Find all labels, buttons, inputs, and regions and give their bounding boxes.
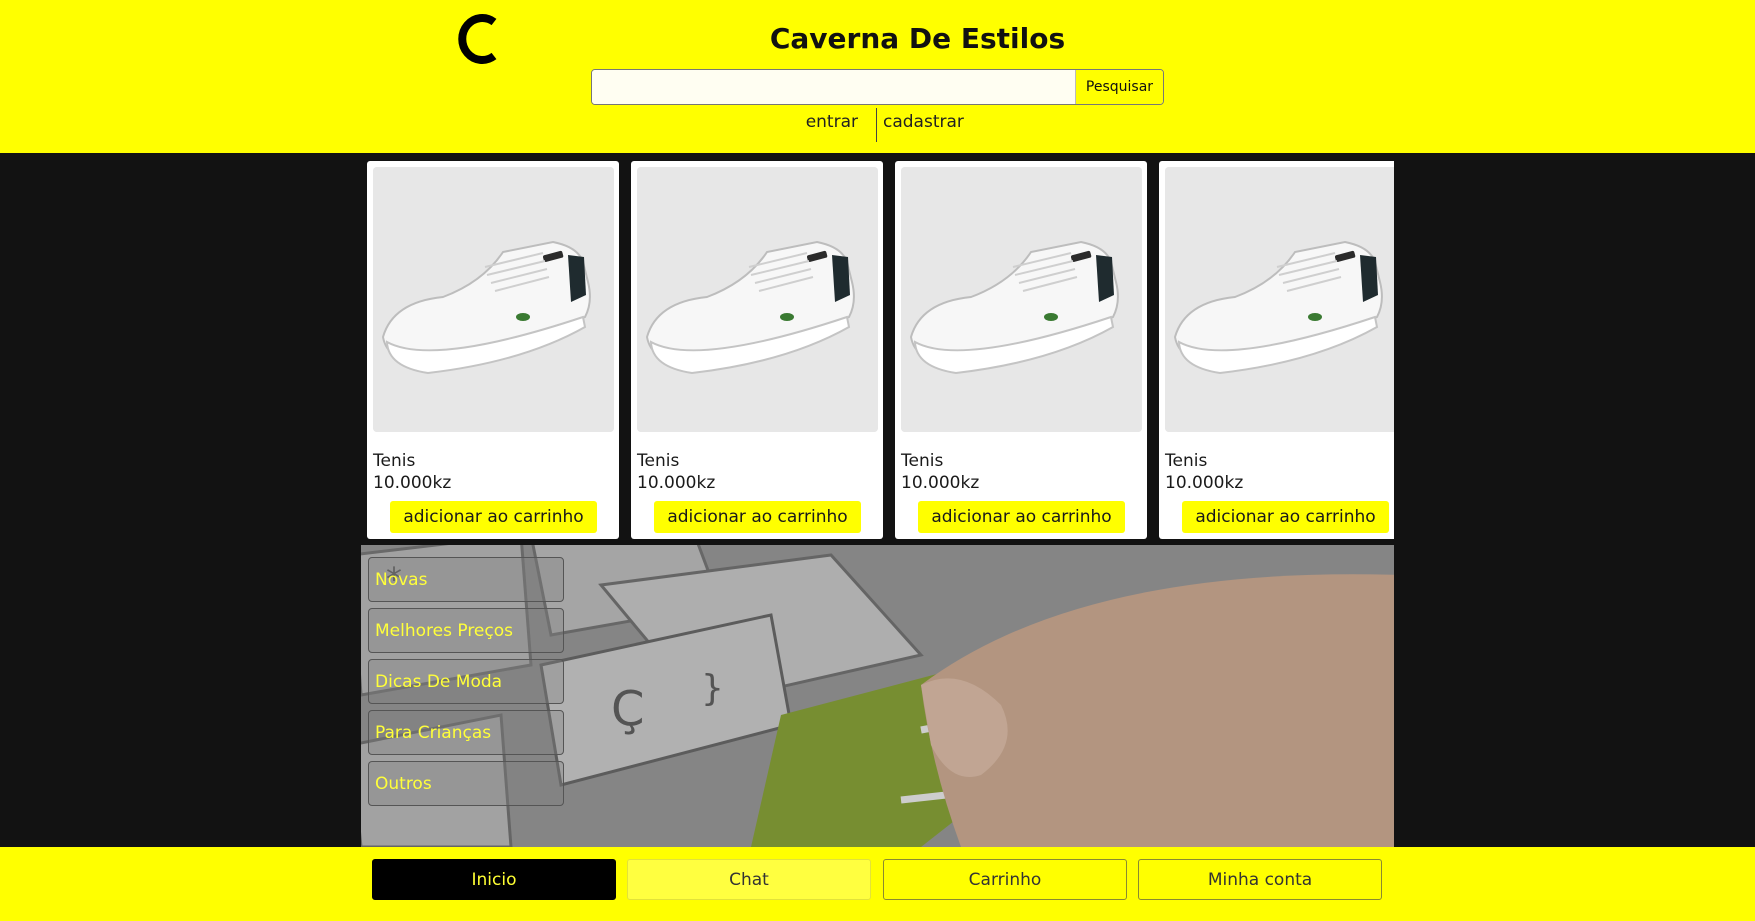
search-bar: Pesquisar	[591, 69, 1164, 105]
register-link[interactable]: cadastrar	[883, 112, 964, 132]
product-price: 10.000kz	[637, 473, 716, 493]
category-para-criancas[interactable]: Para Crianças	[368, 710, 564, 755]
add-to-cart-button[interactable]: adicionar ao carrinho	[390, 501, 597, 533]
sneaker-icon	[1165, 167, 1394, 432]
product-name: Tenis	[373, 451, 416, 471]
sneaker-icon	[901, 167, 1142, 432]
add-to-cart-button[interactable]: adicionar ao carrinho	[1182, 501, 1389, 533]
product-image[interactable]	[373, 167, 614, 432]
search-input[interactable]	[592, 70, 1074, 104]
category-melhores-precos[interactable]: Melhores Preços	[368, 608, 564, 653]
product-card[interactable]: Tenis 10.000kz adicionar ao carrinho	[367, 161, 619, 539]
product-card[interactable]: Tenis 10.000kz adicionar ao carrinho	[895, 161, 1147, 539]
search-button[interactable]: Pesquisar	[1075, 70, 1163, 104]
category-novas[interactable]: Novas	[368, 557, 564, 602]
product-carousel: Tenis 10.000kz adicionar ao carrinho Ten…	[361, 153, 1394, 543]
product-name: Tenis	[901, 451, 944, 471]
site-title: Caverna De Estilos	[769, 22, 1066, 55]
product-name: Tenis	[637, 451, 680, 471]
sneaker-icon	[637, 167, 878, 432]
add-to-cart-button[interactable]: adicionar ao carrinho	[654, 501, 861, 533]
caverna-logo-icon[interactable]	[454, 13, 504, 65]
product-image[interactable]	[1165, 167, 1394, 432]
nav-chat-button[interactable]: Chat	[627, 859, 871, 900]
product-image[interactable]	[901, 167, 1142, 432]
add-to-cart-button[interactable]: adicionar ao carrinho	[918, 501, 1125, 533]
login-link[interactable]: entrar	[790, 112, 858, 132]
product-price: 10.000kz	[1165, 473, 1244, 493]
product-image[interactable]	[637, 167, 878, 432]
site-header: Caverna De Estilos Pesquisar entrar cada…	[0, 0, 1755, 153]
nav-inicio-button[interactable]: Inicio	[372, 859, 616, 900]
sneaker-icon	[373, 167, 614, 432]
nav-carrinho-button[interactable]: Carrinho	[883, 859, 1127, 900]
product-card[interactable]: Tenis 10.000kz adicionar ao carrinho	[631, 161, 883, 539]
promo-banner: Ç } * Novas Melhores Preços Dicas De Mod…	[361, 545, 1394, 847]
auth-divider	[876, 108, 877, 142]
category-outros[interactable]: Outros	[368, 761, 564, 806]
product-price: 10.000kz	[901, 473, 980, 493]
nav-minha-conta-button[interactable]: Minha conta	[1138, 859, 1382, 900]
product-card[interactable]: Tenis 10.000kz adicionar ao carrinho	[1159, 161, 1394, 539]
category-dicas-de-moda[interactable]: Dicas De Moda	[368, 659, 564, 704]
product-name: Tenis	[1165, 451, 1208, 471]
product-price: 10.000kz	[373, 473, 452, 493]
bottom-navigation: Inicio Chat Carrinho Minha conta	[0, 847, 1755, 921]
